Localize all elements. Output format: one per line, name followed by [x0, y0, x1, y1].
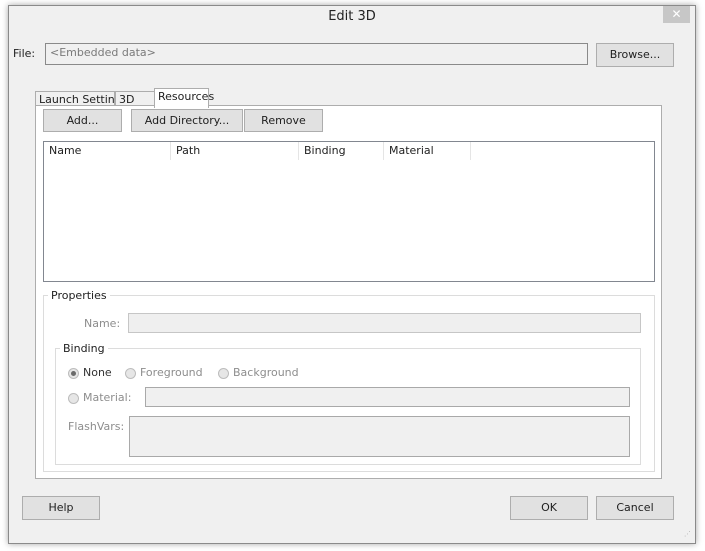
edit-3d-dialog: Edit 3D ✕ File: <Embedded data> Browse..…: [8, 5, 696, 544]
add-button[interactable]: Add...: [43, 109, 122, 132]
column-header-binding[interactable]: Binding: [299, 142, 384, 160]
ok-button[interactable]: OK: [510, 496, 588, 520]
help-button[interactable]: Help: [22, 496, 100, 520]
column-header-path[interactable]: Path: [171, 142, 299, 160]
radio-material[interactable]: [68, 393, 79, 404]
resources-panel: Add... Add Directory... Remove Name Path…: [35, 105, 662, 479]
radio-foreground-label: Foreground: [140, 366, 203, 379]
binding-group: Binding None Foreground Background Mater…: [55, 342, 641, 465]
properties-legend: Properties: [48, 289, 110, 302]
properties-group: Properties Name: Binding None Foreground…: [43, 289, 655, 472]
resize-grip-icon[interactable]: ⋰: [684, 531, 692, 540]
binding-legend: Binding: [60, 342, 108, 355]
close-button[interactable]: ✕: [663, 6, 690, 23]
remove-button[interactable]: Remove: [244, 109, 323, 132]
resources-list[interactable]: Name Path Binding Material: [43, 141, 655, 282]
flashvars-field[interactable]: [129, 416, 630, 457]
tab-resources-label: Resources: [158, 90, 215, 103]
radio-none-label: None: [83, 366, 112, 379]
column-header-name[interactable]: Name: [44, 142, 171, 160]
cancel-button[interactable]: Cancel: [596, 496, 674, 520]
file-path-field: <Embedded data>: [45, 43, 588, 65]
title-bar[interactable]: Edit 3D ✕: [9, 6, 695, 30]
add-directory-button[interactable]: Add Directory...: [131, 109, 243, 132]
column-header-material[interactable]: Material: [384, 142, 471, 160]
radio-background-label: Background: [233, 366, 299, 379]
flashvars-label: FlashVars:: [68, 420, 125, 433]
browse-button[interactable]: Browse...: [596, 43, 674, 67]
radio-background[interactable]: [218, 368, 229, 379]
name-label: Name:: [84, 317, 121, 330]
radio-foreground[interactable]: [125, 368, 136, 379]
tab-resources[interactable]: Resources: [154, 88, 214, 108]
name-field[interactable]: [128, 313, 641, 333]
close-icon: ✕: [671, 7, 682, 21]
material-field[interactable]: [145, 387, 630, 407]
file-label: File:: [13, 47, 36, 60]
radio-none[interactable]: [68, 368, 79, 379]
radio-material-label: Material:: [83, 391, 132, 404]
dialog-title: Edit 3D: [328, 9, 376, 24]
file-path-value: <Embedded data>: [50, 46, 156, 59]
